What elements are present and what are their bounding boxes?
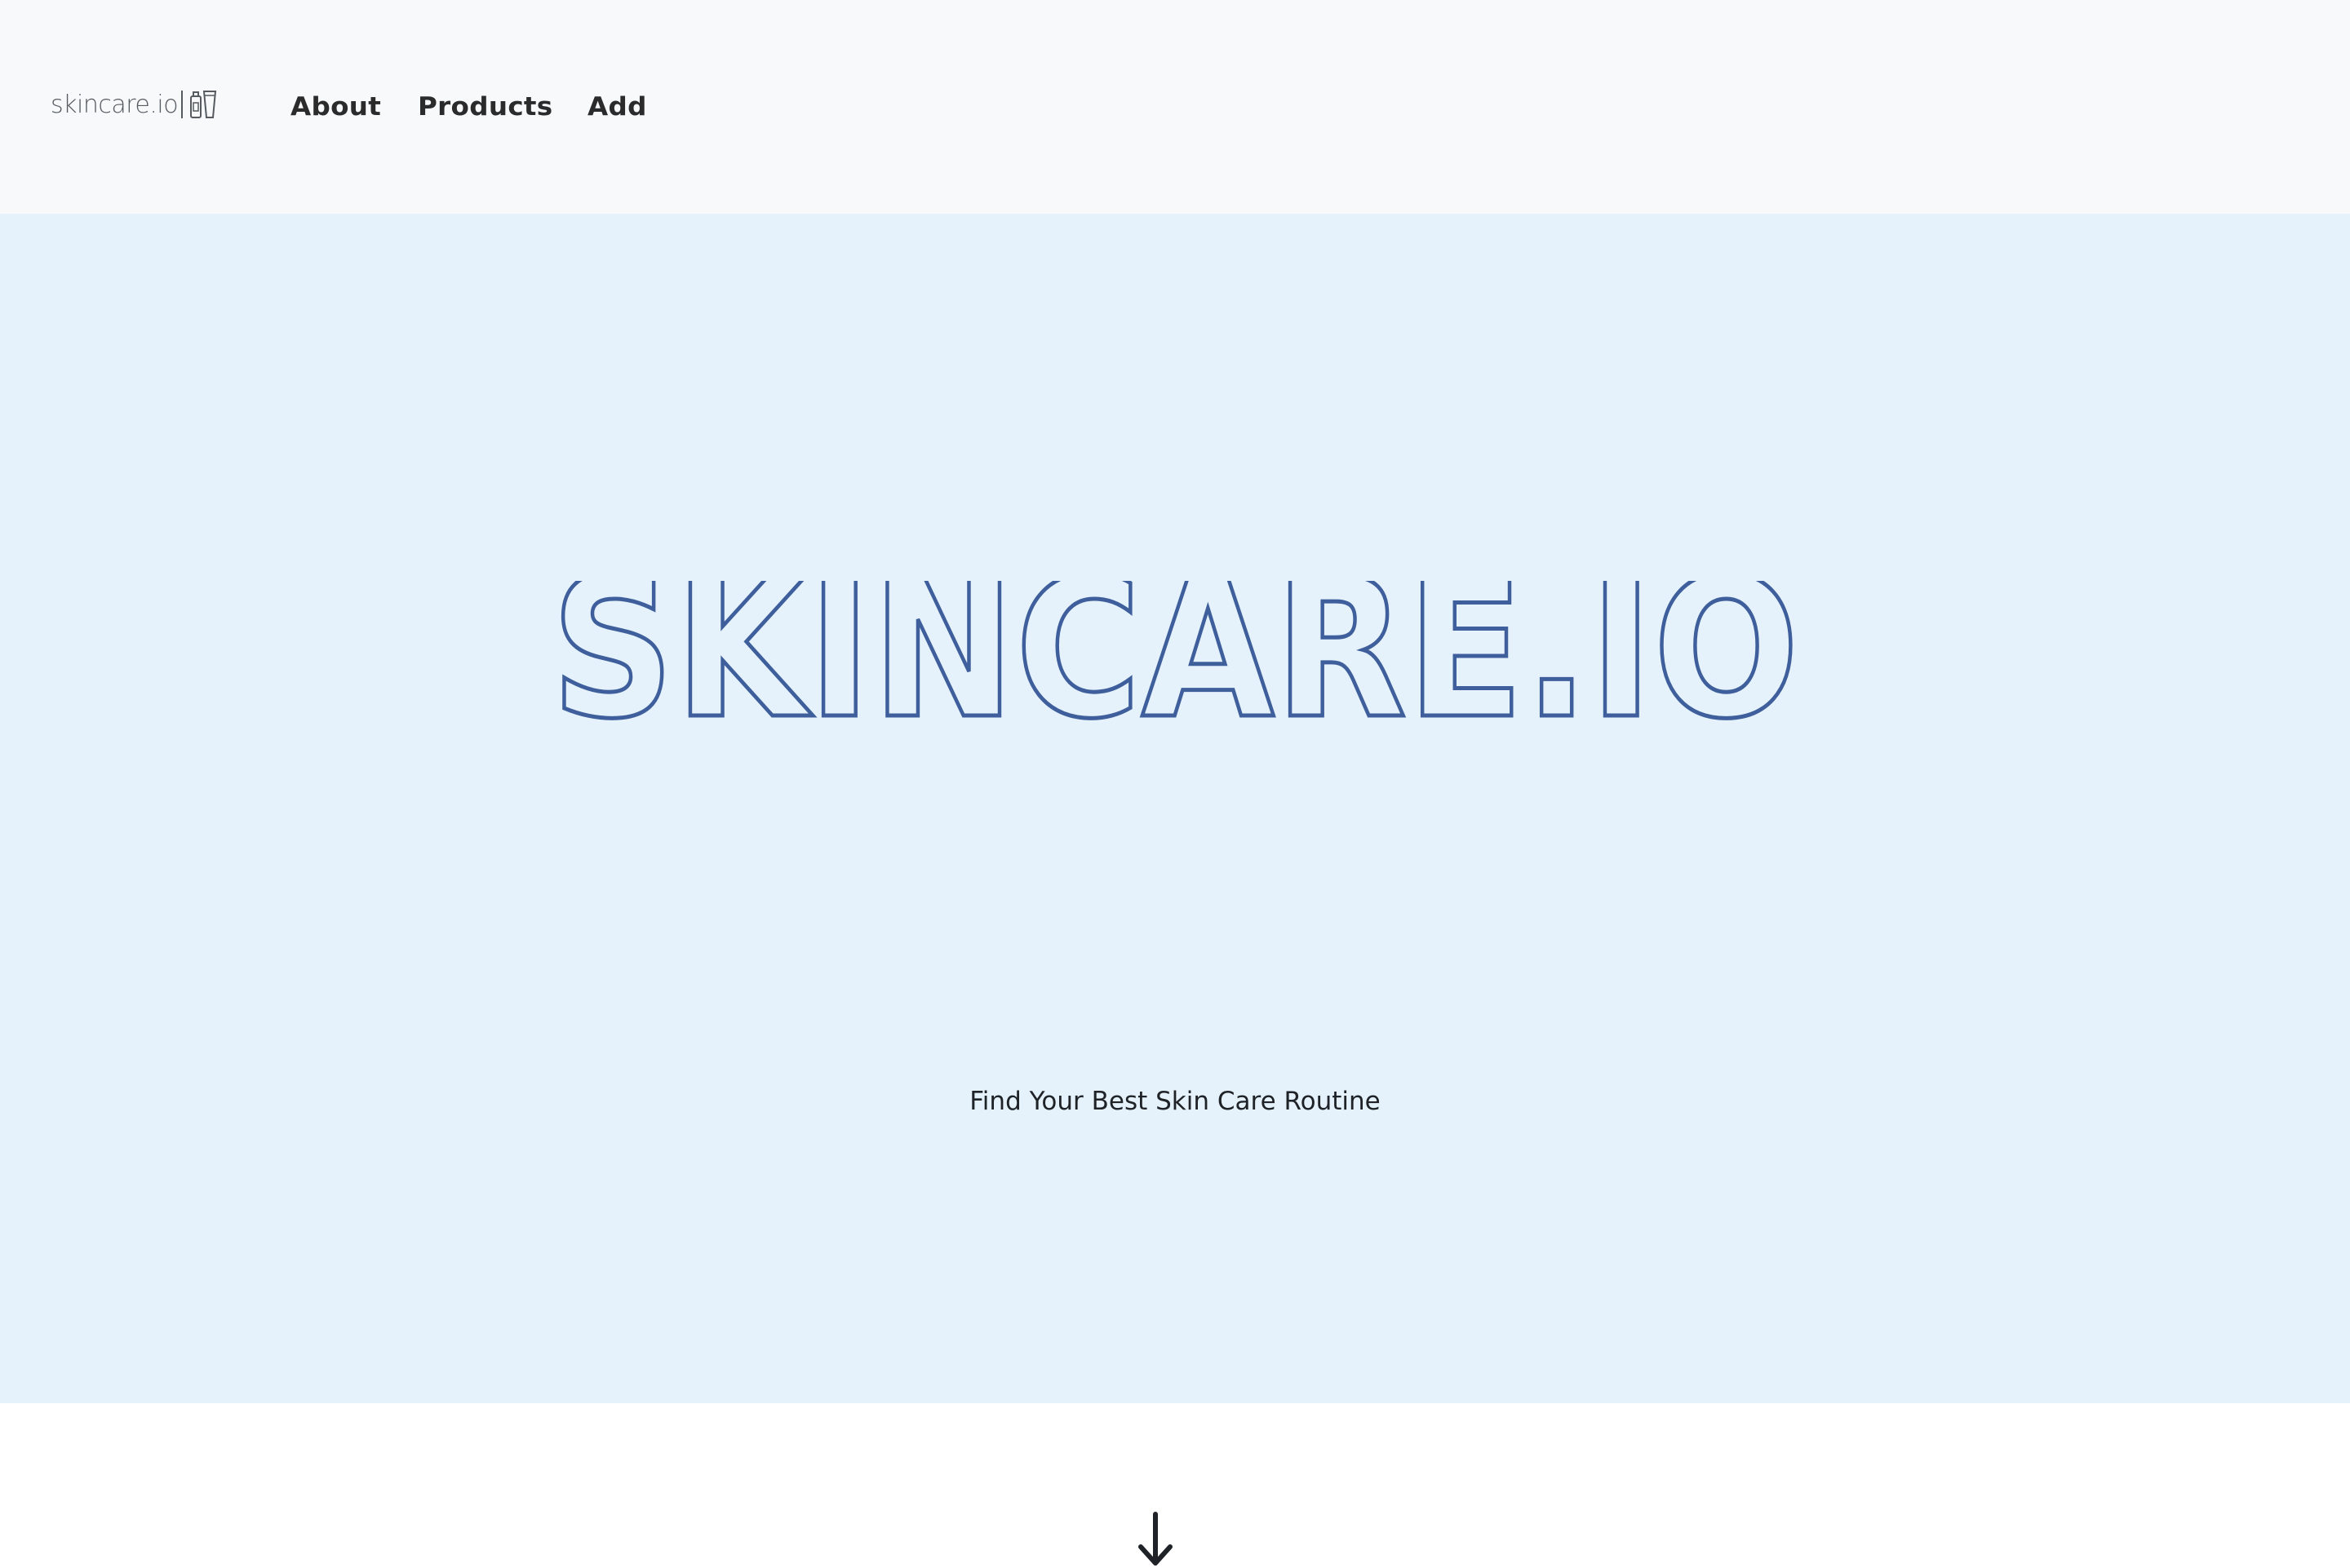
main-nav: About Products Add — [290, 88, 647, 126]
brand-name: skincare.io — [51, 90, 179, 119]
hero-title: SKINCARE.IO — [549, 581, 1802, 744]
hero-title-wrap: SKINCARE.IO — [0, 581, 2350, 744]
nav-link-about[interactable]: About — [290, 88, 381, 126]
nav-link-products[interactable]: Products — [418, 88, 553, 126]
hero-section: SKINCARE.IO Find Your Best Skin Care Rou… — [0, 214, 2350, 1566]
hero-title-text: SKINCARE.IO — [551, 581, 1799, 744]
hero-subtitle: Find Your Best Skin Care Routine — [969, 1087, 1381, 1116]
skincare-bottles-icon — [190, 91, 217, 118]
brand-logo[interactable]: skincare.io — [51, 88, 220, 121]
arrow-down-icon[interactable] — [1136, 1511, 1175, 1568]
nav-link-add[interactable]: Add — [588, 88, 647, 126]
brand-divider — [181, 91, 184, 118]
navbar: skincare.io About Products Add — [0, 0, 2350, 214]
